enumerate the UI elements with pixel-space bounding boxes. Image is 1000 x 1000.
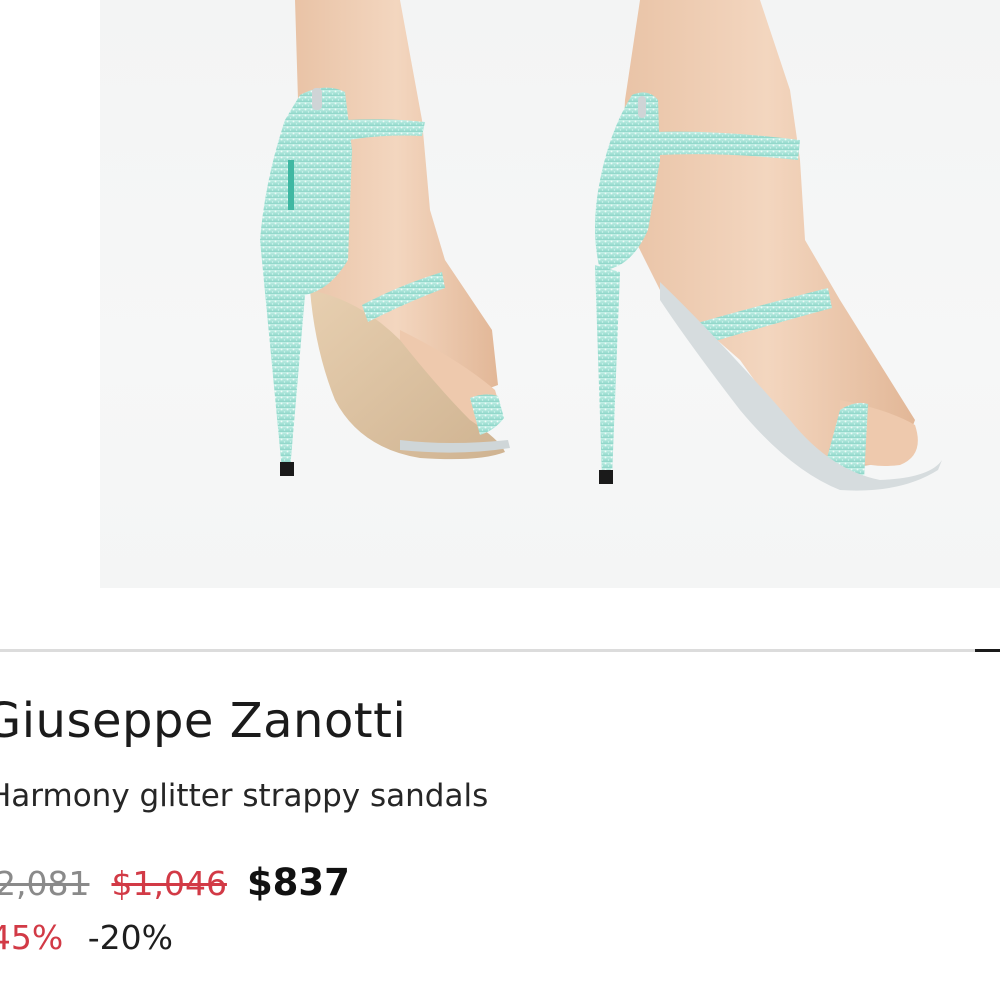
discount-row: -45% -20% [0, 918, 173, 957]
gallery-progress-track[interactable] [0, 649, 1000, 652]
total-discount-badge: -45% [0, 918, 64, 957]
previous-price: $1,046 [111, 864, 227, 903]
brand-name[interactable]: Giuseppe Zanotti [0, 693, 406, 749]
original-price: $2,081 [0, 864, 90, 903]
gallery-progress-indicator [975, 649, 1000, 652]
price-row: $2,081 $1,046 $837 [0, 861, 350, 911]
product-page: Giuseppe Zanotti Harmony glitter strappy… [0, 0, 1000, 1000]
product-image[interactable] [100, 0, 1000, 588]
current-price: $837 [246, 861, 350, 904]
product-name: Harmony glitter strappy sandals [0, 778, 489, 814]
sandals-photo-icon [260, 0, 942, 491]
extra-discount-badge: -20% [87, 918, 174, 957]
